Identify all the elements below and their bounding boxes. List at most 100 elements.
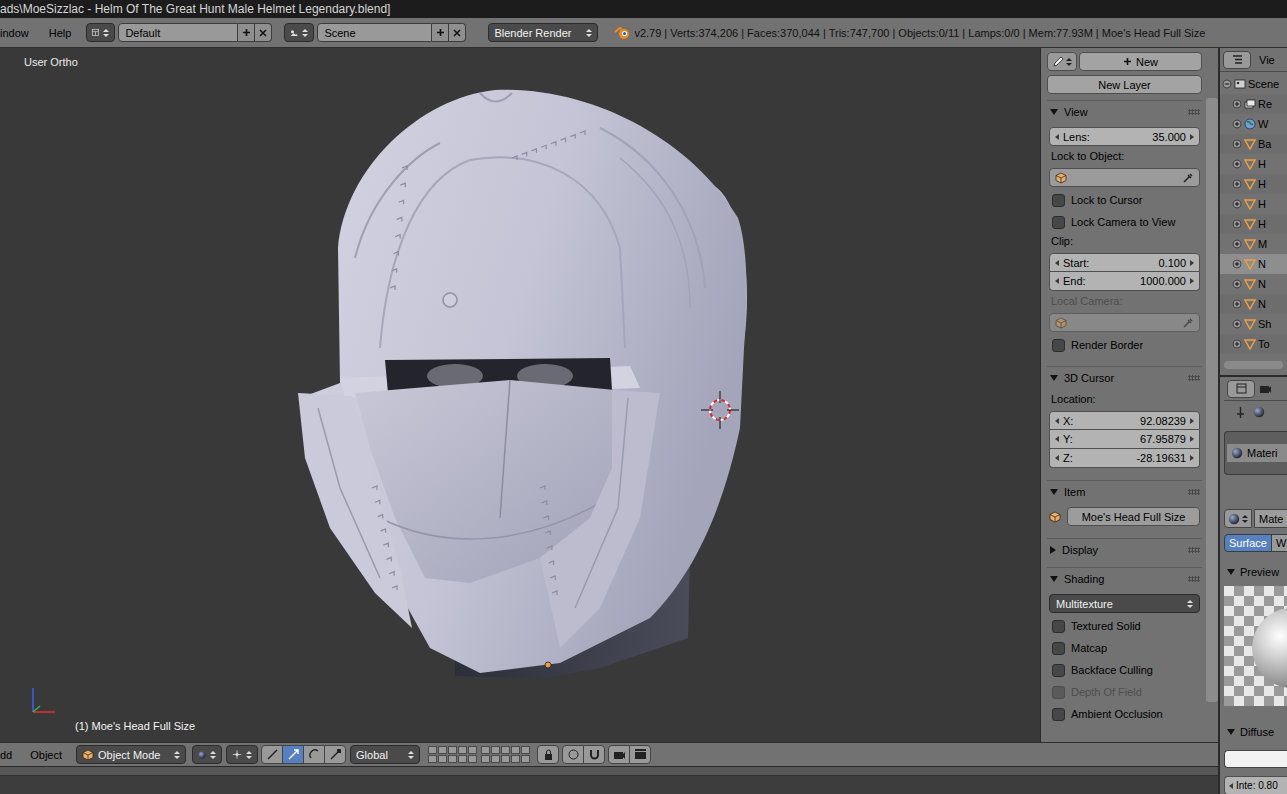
magnet-icon[interactable]: [588, 748, 601, 761]
material-type-tab[interactable]: W: [1271, 534, 1287, 552]
expand-icon[interactable]: [1232, 239, 1242, 249]
checkbox-row[interactable]: Lock to Cursor: [1049, 191, 1200, 209]
expand-icon[interactable]: [1232, 159, 1242, 169]
remove-scene-button[interactable]: [449, 23, 466, 42]
expand-icon[interactable]: [1232, 299, 1242, 309]
object-picker[interactable]: [1049, 168, 1200, 187]
rotate-icon[interactable]: [308, 748, 321, 761]
layer-grid[interactable]: [428, 746, 477, 763]
outliner-item[interactable]: Re: [1220, 94, 1287, 114]
expand-icon[interactable]: [1232, 259, 1242, 269]
drag-grip-icon[interactable]: [1188, 109, 1200, 115]
opengl-render-button[interactable]: [608, 745, 630, 764]
checkbox[interactable]: [1052, 664, 1065, 677]
drag-grip-icon[interactable]: [1188, 576, 1200, 582]
scale-button[interactable]: [324, 745, 346, 764]
checkbox[interactable]: [1052, 194, 1065, 207]
drag-grip-icon[interactable]: [1188, 375, 1200, 381]
material-browse-dropdown[interactable]: [1224, 509, 1252, 528]
editor-type-dropdown[interactable]: [86, 23, 115, 42]
shading-dropdown[interactable]: Multitexture: [1049, 594, 1200, 613]
panel-header[interactable]: Item: [1047, 481, 1202, 503]
material-name-field[interactable]: Mate: [1254, 509, 1287, 528]
outliner-item[interactable]: N: [1220, 254, 1287, 274]
render-context-icon[interactable]: [1259, 382, 1272, 395]
lock-icon[interactable]: [542, 748, 555, 761]
panel-header[interactable]: Shading: [1047, 568, 1202, 590]
increment-arrow-icon[interactable]: [1190, 455, 1194, 461]
material-slot[interactable]: Materi: [1227, 444, 1287, 462]
outliner-item[interactable]: M: [1220, 234, 1287, 254]
viewport-shading-dropdown[interactable]: [192, 745, 222, 764]
drag-grip-icon[interactable]: [1188, 547, 1200, 553]
outliner-item[interactable]: N: [1220, 294, 1287, 314]
translate-icon[interactable]: [287, 748, 300, 761]
properties-icon[interactable]: [1235, 382, 1248, 395]
disclosure-triangle-icon[interactable]: [1050, 546, 1056, 554]
screen-layout-field[interactable]: Default: [118, 23, 238, 42]
number-field[interactable]: Y:67.95879: [1049, 430, 1200, 449]
rotate-button[interactable]: [303, 745, 325, 764]
outliner-item[interactable]: N: [1220, 274, 1287, 294]
checkbox[interactable]: [1052, 708, 1065, 721]
outliner-icon[interactable]: [1231, 53, 1244, 66]
checkbox-row[interactable]: Matcap: [1049, 639, 1200, 657]
expand-icon[interactable]: [1232, 339, 1242, 349]
outliner-scrollbar[interactable]: [1224, 361, 1283, 369]
outliner-item[interactable]: Sh: [1220, 314, 1287, 334]
outliner-item[interactable]: W: [1220, 114, 1287, 134]
decrement-arrow-icon[interactable]: [1055, 455, 1059, 461]
3d-cursor-icon[interactable]: [701, 391, 739, 429]
number-field[interactable]: Z:-28.19631: [1049, 449, 1200, 468]
decrement-arrow-icon[interactable]: [1055, 418, 1059, 424]
orientation-dropdown[interactable]: Global: [350, 745, 420, 764]
number-field[interactable]: End:1000.000: [1049, 272, 1200, 291]
checkbox-row[interactable]: Backface Culling: [1049, 661, 1200, 679]
panel-header[interactable]: View: [1047, 101, 1202, 123]
increment-arrow-icon[interactable]: [1190, 418, 1194, 424]
panel-header[interactable]: Diffuse: [1224, 722, 1287, 742]
expand-icon[interactable]: [1232, 179, 1242, 189]
pivot-icon[interactable]: [232, 748, 242, 761]
clapper-icon[interactable]: [634, 748, 647, 761]
expand-icon[interactable]: [1232, 99, 1242, 109]
editor-type-dropdown[interactable]: [1223, 51, 1251, 69]
scene-browse-dropdown[interactable]: [284, 23, 314, 42]
disclosure-triangle-icon[interactable]: [1227, 569, 1235, 575]
checkbox-row[interactable]: Textured Solid: [1049, 617, 1200, 635]
number-field[interactable]: Start:0.100: [1049, 253, 1200, 272]
disclosure-triangle-icon[interactable]: [1050, 375, 1058, 381]
menu-item[interactable]: Vie: [1259, 52, 1275, 68]
increment-arrow-icon[interactable]: [1190, 436, 1194, 442]
number-field[interactable]: Lens:35.000: [1049, 127, 1200, 146]
scale-icon[interactable]: [329, 748, 342, 761]
sidebar-scrollbar[interactable]: [1206, 48, 1218, 742]
disclosure-triangle-icon[interactable]: [1050, 109, 1058, 115]
decrement-arrow-icon[interactable]: [1055, 436, 1059, 442]
proportional-button[interactable]: [562, 745, 584, 764]
translate-button[interactable]: [282, 745, 304, 764]
material-type-tab[interactable]: Surface: [1224, 534, 1272, 552]
number-field[interactable]: X:92.08239: [1049, 411, 1200, 430]
timeline[interactable]: [0, 766, 1218, 794]
opengl-animation-button[interactable]: [629, 745, 651, 764]
increment-arrow-icon[interactable]: [1190, 134, 1194, 140]
panel-header[interactable]: Display: [1047, 539, 1202, 561]
snap-button[interactable]: [583, 745, 605, 764]
new-button[interactable]: New: [1079, 52, 1202, 71]
layer-grid[interactable]: [481, 746, 530, 763]
camera-icon[interactable]: [613, 748, 626, 761]
mode-dropdown[interactable]: Object Mode: [76, 745, 186, 764]
editor-type-dropdown[interactable]: [1227, 380, 1255, 398]
menu-item[interactable]: Object: [30, 747, 62, 763]
menu-item[interactable]: dd: [0, 747, 12, 763]
outliner-item[interactable]: To: [1220, 334, 1287, 354]
checkbox[interactable]: [1052, 620, 1065, 633]
disclosure-triangle-icon[interactable]: [1050, 489, 1058, 495]
outliner-item[interactable]: Scene: [1220, 74, 1287, 94]
menu-item[interactable]: Help: [49, 25, 72, 41]
collapse-icon[interactable]: [1222, 79, 1232, 89]
pin-icon[interactable]: [1234, 406, 1247, 419]
expand-icon[interactable]: [1232, 319, 1242, 329]
eyedropper-icon[interactable]: [1182, 172, 1194, 184]
